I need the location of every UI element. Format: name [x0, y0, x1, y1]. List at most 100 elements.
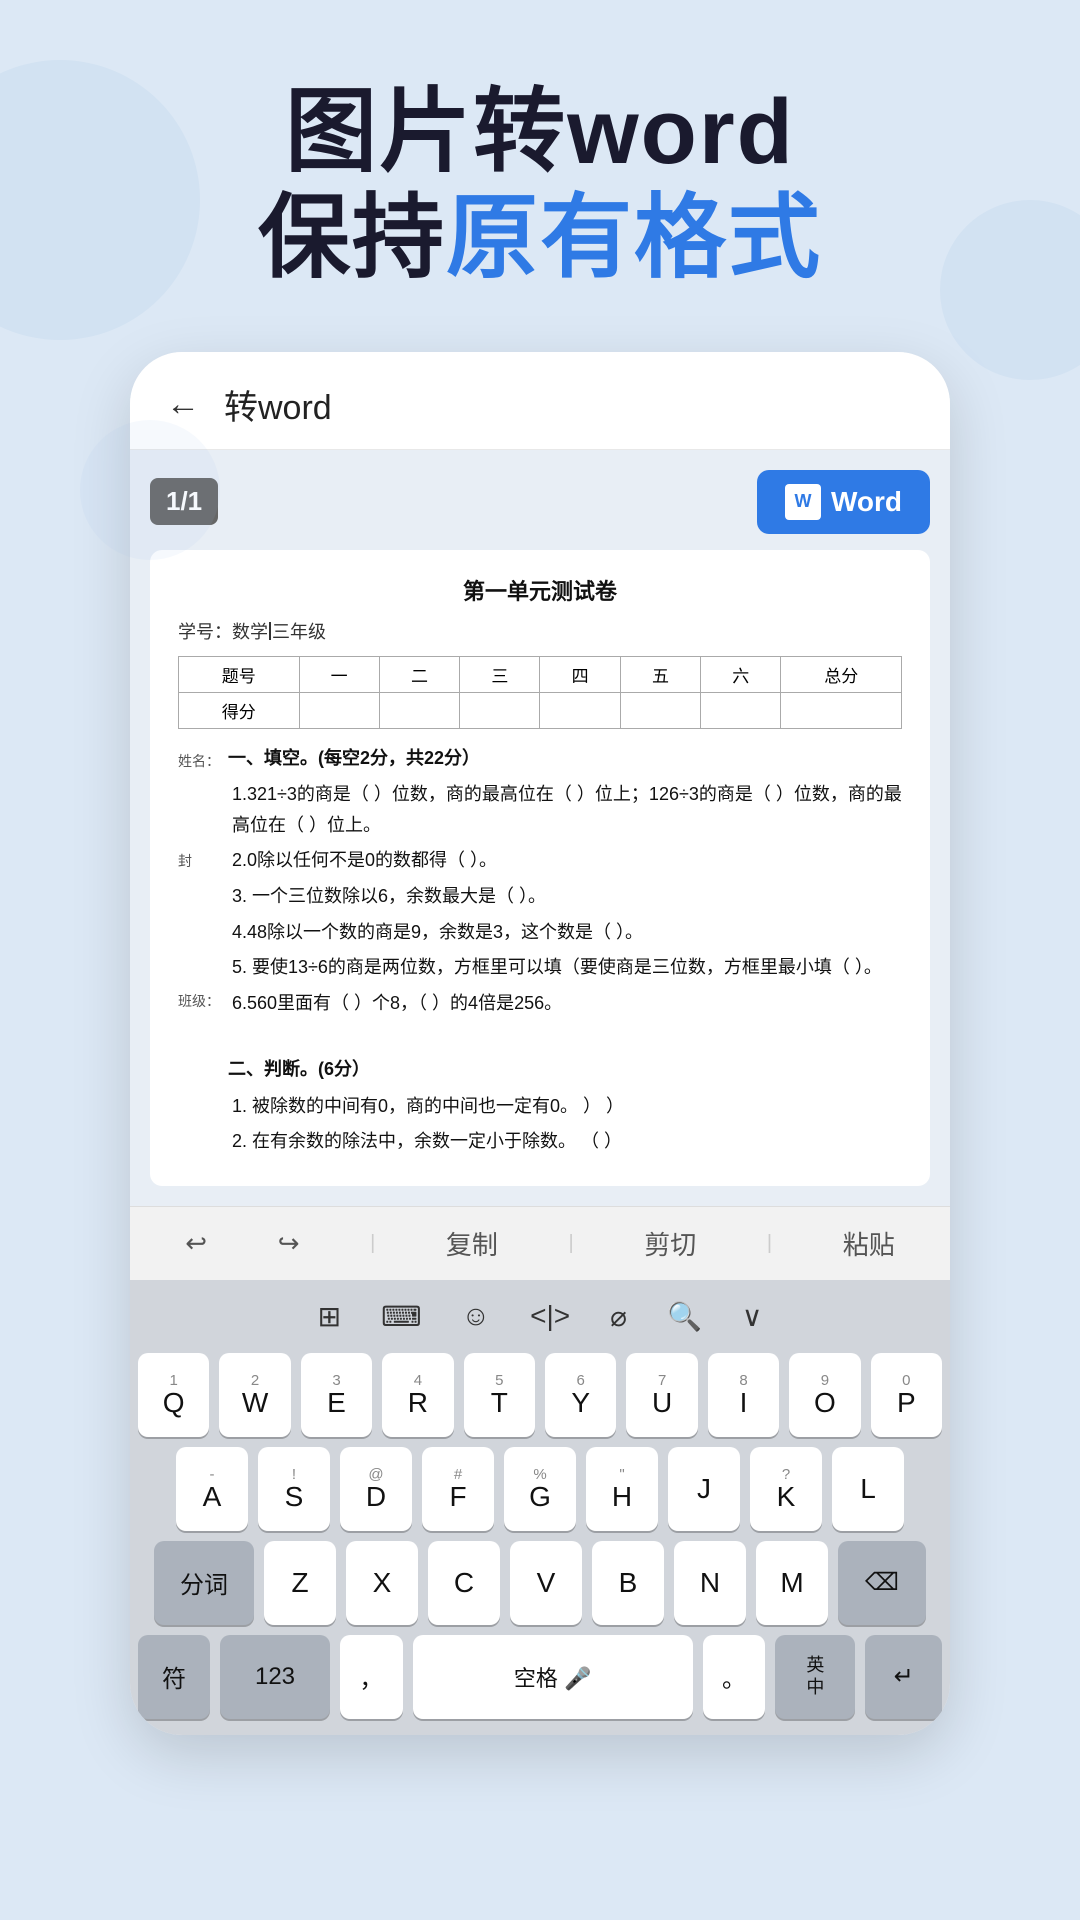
document-content: 第一单元测试卷 学号： 数学三年级 题号 一 二 三 四 五 [150, 550, 930, 1186]
keyboard-keys: 1Q 2W 3E 4R 5T 6Y 7U 8I 9O 0P -A !S @D #… [138, 1353, 942, 1719]
table-header-2: 二 [379, 656, 459, 692]
key-j[interactable]: J [668, 1447, 740, 1531]
key-en[interactable]: 英中 [775, 1635, 855, 1719]
key-r[interactable]: 4R [382, 1353, 453, 1437]
q5: 5. 要使13÷6的商是两位数，方框里可以填（要使商是三位数，方框里最小填（ ）… [228, 952, 902, 983]
table-header-5: 五 [620, 656, 700, 692]
hero-line2-prefix: 保持 [258, 187, 446, 289]
kb-keyboard-btn[interactable]: ⌨ [367, 1290, 435, 1343]
key-w[interactable]: 2W [219, 1353, 290, 1437]
p1: 1. 被除数的中间有0，商的中间也一定有0。 ） ） [228, 1091, 902, 1122]
copy-button[interactable]: 复制 [446, 1225, 498, 1262]
hero-line2-blue: 原有格式 [446, 187, 822, 289]
side-labels: 姓名： 封 班级： [178, 743, 220, 1162]
key-t[interactable]: 5T [464, 1353, 535, 1437]
kb-link-btn[interactable]: ⌀ [596, 1290, 641, 1343]
kb-code-btn[interactable]: <|> [516, 1290, 584, 1343]
redo-button[interactable]: ↪ [278, 1228, 300, 1259]
meta-prefix: 数学 [232, 618, 268, 644]
key-m[interactable]: M [756, 1541, 828, 1625]
key-comma[interactable]: ， [340, 1635, 403, 1719]
key-u[interactable]: 7U [626, 1353, 697, 1437]
table-cell-2 [379, 692, 459, 728]
q6: 6.560里面有（ ）个8，（ ）的4倍是256。 [228, 988, 902, 1019]
key-delete[interactable]: ⌫ [838, 1541, 926, 1625]
kb-row-4: 符 123 ， 空格 🎤 。 英中 ↵ [138, 1635, 942, 1719]
key-s[interactable]: !S [258, 1447, 330, 1531]
top-bar: ← 转word [130, 352, 950, 450]
kb-row-3: 分词 Z X C V B N M ⌫ [138, 1541, 942, 1625]
key-enter[interactable]: ↵ [865, 1635, 942, 1719]
key-a[interactable]: -A [176, 1447, 248, 1531]
keyboard-area: ⊞ ⌨ ☺ <|> ⌀ 🔍 ∨ 1Q 2W 3E 4R 5T 6Y 7U [130, 1280, 950, 1735]
meta-suffix: 三年级 [272, 618, 326, 644]
key-p[interactable]: 0P [871, 1353, 942, 1437]
kb-collapse-btn[interactable]: ∨ [728, 1290, 777, 1343]
kb-grid-btn[interactable]: ⊞ [304, 1290, 355, 1343]
doc-sections: 一、填空。(每空2分，共22分） 1.321÷3的商是（ ）位数，商的最高位在（… [228, 743, 902, 1162]
page-title: 转word [224, 380, 332, 429]
key-g[interactable]: %G [504, 1447, 576, 1531]
key-z[interactable]: Z [264, 1541, 336, 1625]
text-cursor [269, 622, 271, 640]
key-q[interactable]: 1Q [138, 1353, 209, 1437]
kb-row-1: 1Q 2W 3E 4R 5T 6Y 7U 8I 9O 0P [138, 1353, 942, 1437]
key-o[interactable]: 9O [789, 1353, 860, 1437]
edit-toolbar: ↩ ↪ | 复制 | 剪切 | 粘贴 [130, 1206, 950, 1280]
table-cell-6 [701, 692, 781, 728]
toolbar-sep3: | [767, 1232, 772, 1255]
word-icon: W [785, 484, 821, 520]
key-x[interactable]: X [346, 1541, 418, 1625]
phone-mockup: ← 转word 1/1 W Word 第一单元测试卷 学号： [130, 352, 950, 1735]
key-123[interactable]: 123 [220, 1635, 330, 1719]
table-header-7: 总分 [781, 656, 902, 692]
hero-line1: 图片转word [60, 80, 1020, 186]
key-sym[interactable]: 符 [138, 1635, 210, 1719]
table-header-0: 题号 [179, 656, 300, 692]
key-c[interactable]: C [428, 1541, 500, 1625]
key-d[interactable]: @D [340, 1447, 412, 1531]
content-area: 1/1 W Word 第一单元测试卷 学号： 数学三年级 [130, 450, 950, 1206]
key-k[interactable]: ?K [750, 1447, 822, 1531]
table-header-6: 六 [701, 656, 781, 692]
page-controls: 1/1 W Word [150, 470, 930, 534]
side-label-seal: 封 [178, 851, 220, 871]
side-label-name: 姓名： [178, 751, 220, 771]
kb-search-btn[interactable]: 🔍 [653, 1290, 716, 1343]
key-dot[interactable]: 。 [703, 1635, 766, 1719]
back-button[interactable]: ← [166, 385, 200, 424]
key-l[interactable]: L [832, 1447, 904, 1531]
word-icon-w: W [794, 491, 811, 512]
key-v[interactable]: V [510, 1541, 582, 1625]
side-label-class: 班级： [178, 991, 220, 1011]
table-cell-1 [299, 692, 379, 728]
doc-meta: 学号： 数学三年级 [178, 618, 902, 644]
table-cell-7 [781, 692, 902, 728]
key-f[interactable]: #F [422, 1447, 494, 1531]
kb-emoji-btn[interactable]: ☺ [448, 1290, 505, 1343]
key-fenci[interactable]: 分词 [154, 1541, 254, 1625]
q1: 1.321÷3的商是（ ）位数，商的最高位在（ ）位上；126÷3的商是（ ）位… [228, 779, 902, 840]
key-space[interactable]: 空格 🎤 [413, 1635, 693, 1719]
key-b[interactable]: B [592, 1541, 664, 1625]
doc-rows: 姓名： 封 班级： 一、填空。(每空2分，共22分） 1.321÷3的商是（ ）… [178, 743, 902, 1162]
meta-label: 学号： [178, 618, 232, 644]
key-n[interactable]: N [674, 1541, 746, 1625]
section1-title: 一、填空。(每空2分，共22分） [228, 743, 902, 774]
section2-title: 二、判断。(6分） [228, 1054, 902, 1085]
key-i[interactable]: 8I [708, 1353, 779, 1437]
word-button[interactable]: W Word [757, 470, 930, 534]
table-cell-3 [460, 692, 540, 728]
key-h[interactable]: "H [586, 1447, 658, 1531]
paste-button[interactable]: 粘贴 [843, 1225, 895, 1262]
table-header-4: 四 [540, 656, 620, 692]
key-y[interactable]: 6Y [545, 1353, 616, 1437]
table-cell-4 [540, 692, 620, 728]
key-e[interactable]: 3E [301, 1353, 372, 1437]
p2: 2. 在有余数的除法中，余数一定小于除数。 （ ） [228, 1126, 902, 1157]
q2: 2.0除以任何不是0的数都得（ ）。 [228, 845, 902, 876]
cut-button[interactable]: 剪切 [644, 1225, 696, 1262]
q4: 4.48除以一个数的商是9，余数是3，这个数是（ ）。 [228, 917, 902, 948]
toolbar-sep2: | [568, 1232, 573, 1255]
undo-button[interactable]: ↩ [185, 1228, 207, 1259]
